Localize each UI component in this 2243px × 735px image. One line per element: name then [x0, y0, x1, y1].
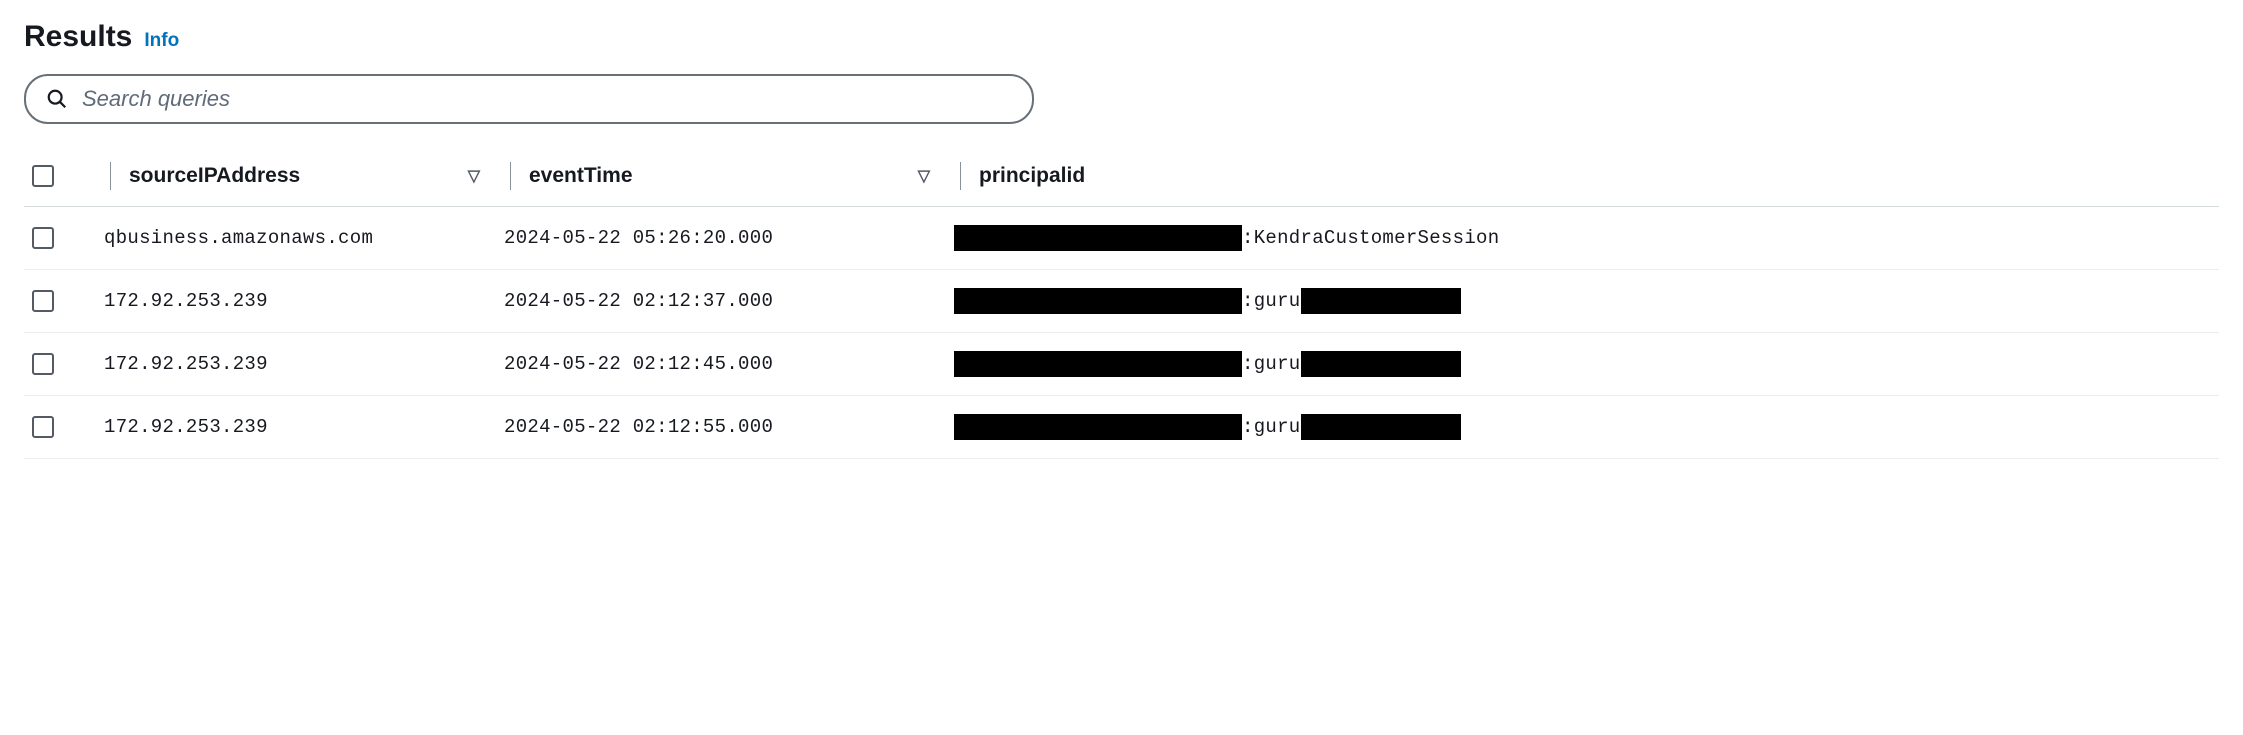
table-row: qbusiness.amazonaws.com2024-05-22 05:26:…	[24, 207, 2219, 270]
row-checkbox[interactable]	[32, 416, 54, 438]
row-checkbox[interactable]	[32, 353, 54, 375]
cell-event-time: 2024-05-22 02:12:37.000	[496, 270, 946, 333]
principal-separator: :	[1242, 416, 1254, 438]
row-checkbox[interactable]	[32, 227, 54, 249]
cell-source-ip: 172.92.253.239	[96, 333, 496, 396]
cell-event-time: 2024-05-22 02:12:55.000	[496, 396, 946, 459]
column-separator	[960, 162, 961, 190]
redacted-block	[1301, 351, 1461, 377]
search-input[interactable]	[82, 86, 1012, 112]
table-row: 172.92.253.2392024-05-22 02:12:55.000:gu…	[24, 396, 2219, 459]
col-label-event-time: eventTime	[529, 164, 633, 188]
col-header-event-time[interactable]: eventTime ▽	[496, 150, 946, 207]
principal-suffix: guru	[1254, 353, 1301, 375]
cell-principal-id: :KendraCustomerSession	[946, 207, 2219, 270]
cell-source-ip: qbusiness.amazonaws.com	[96, 207, 496, 270]
cell-event-time: 2024-05-22 05:26:20.000	[496, 207, 946, 270]
redacted-block	[1301, 414, 1461, 440]
search-box[interactable]	[24, 74, 1034, 124]
sort-icon[interactable]: ▽	[918, 166, 930, 186]
redacted-block	[954, 225, 1242, 251]
redacted-block	[954, 351, 1242, 377]
row-checkbox[interactable]	[32, 290, 54, 312]
cell-event-time: 2024-05-22 02:12:45.000	[496, 333, 946, 396]
principal-suffix: guru	[1254, 416, 1301, 438]
principal-suffix: KendraCustomerSession	[1254, 227, 1500, 249]
page-title: Results	[24, 20, 132, 54]
results-table: sourceIPAddress ▽ eventTime ▽ principali…	[24, 150, 2219, 459]
cell-source-ip: 172.92.253.239	[96, 270, 496, 333]
cell-principal-id: :guru	[946, 333, 2219, 396]
col-header-principal-id[interactable]: principalid	[946, 150, 2219, 207]
column-separator	[510, 162, 511, 190]
sort-icon[interactable]: ▽	[468, 166, 480, 186]
cell-principal-id: :guru	[946, 270, 2219, 333]
results-header: Results Info	[24, 20, 2219, 54]
table-row: 172.92.253.2392024-05-22 02:12:37.000:gu…	[24, 270, 2219, 333]
principal-separator: :	[1242, 353, 1254, 375]
principal-separator: :	[1242, 227, 1254, 249]
column-separator	[110, 162, 111, 190]
principal-suffix: guru	[1254, 290, 1301, 312]
redacted-block	[954, 288, 1242, 314]
cell-principal-id: :guru	[946, 396, 2219, 459]
table-row: 172.92.253.2392024-05-22 02:12:45.000:gu…	[24, 333, 2219, 396]
cell-source-ip: 172.92.253.239	[96, 396, 496, 459]
select-all-checkbox[interactable]	[32, 165, 54, 187]
col-label-principal-id: principalid	[979, 164, 1085, 188]
search-icon	[46, 88, 68, 110]
col-label-source-ip: sourceIPAddress	[129, 164, 300, 188]
info-link[interactable]: Info	[144, 30, 179, 52]
redacted-block	[954, 414, 1242, 440]
redacted-block	[1301, 288, 1461, 314]
principal-separator: :	[1242, 290, 1254, 312]
col-header-source-ip[interactable]: sourceIPAddress ▽	[96, 150, 496, 207]
